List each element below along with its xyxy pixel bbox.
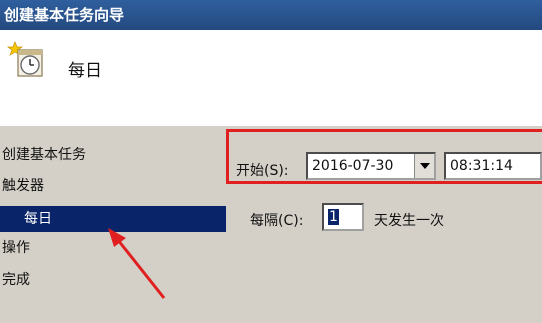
annotation-arrow xyxy=(108,228,166,299)
